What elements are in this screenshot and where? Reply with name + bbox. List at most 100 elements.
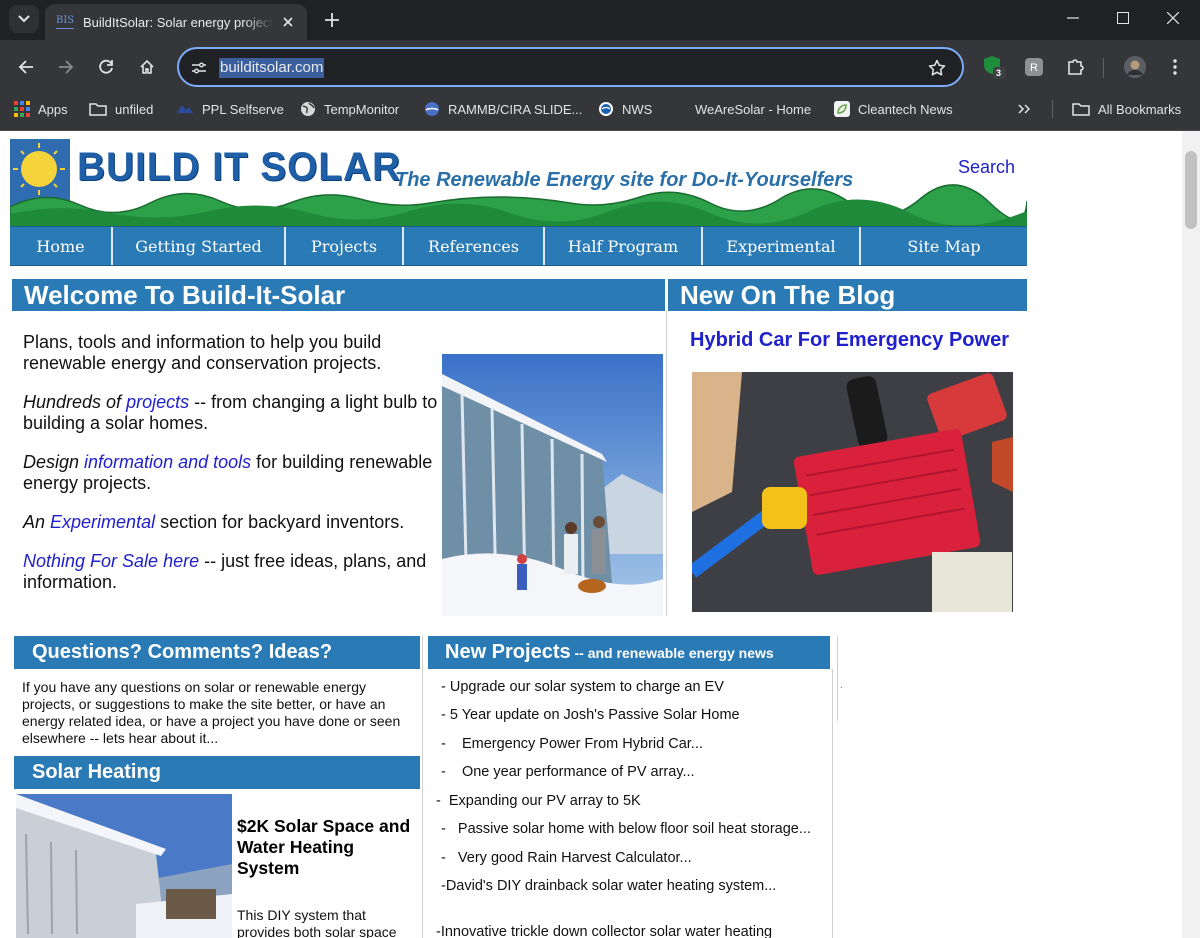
search-link[interactable]: Search xyxy=(958,157,1015,178)
close-icon xyxy=(283,17,293,27)
solar-heating-text: This DIY system that provides both solar… xyxy=(237,907,397,938)
avatar xyxy=(1124,56,1146,78)
url-text[interactable]: builditsolar.com xyxy=(219,58,325,78)
nothing-for-sale-link[interactable]: Nothing For Sale here xyxy=(23,551,199,571)
news-item[interactable]: - Passive solar home with below floor so… xyxy=(441,821,811,837)
news-item[interactable]: - Upgrade our solar system to charge an … xyxy=(441,679,724,695)
bookmark-star-button[interactable] xyxy=(926,57,948,79)
questions-text: If you have any questions on solar or re… xyxy=(22,679,401,746)
minimize-button[interactable] xyxy=(1048,0,1098,36)
close-tab-button[interactable] xyxy=(279,13,297,31)
nav-site-map[interactable]: Site Map xyxy=(861,227,1027,265)
solar-heating-title[interactable]: $2K Solar Space and Water Heating System xyxy=(237,816,412,879)
site-favicon-icon: BIS xyxy=(56,15,74,29)
scrollbar-thumb[interactable] xyxy=(1185,151,1197,229)
column-divider xyxy=(666,311,667,616)
maximize-icon xyxy=(1117,12,1129,24)
kebab-menu-icon xyxy=(1173,59,1177,75)
menu-button[interactable] xyxy=(1161,53,1189,81)
extensions-button[interactable] xyxy=(1061,53,1089,81)
new-projects-subtitle: -- and renewable energy news xyxy=(570,645,774,661)
nav-experimental[interactable]: Experimental xyxy=(703,227,861,265)
bookmark-label: WeAreSolar - Home xyxy=(695,101,812,117)
home-icon xyxy=(140,59,154,74)
site-tagline: The Renewable Energy site for Do-It-Your… xyxy=(395,169,854,191)
active-tab[interactable]: BIS BuildItSolar: Solar energy projects xyxy=(45,4,307,40)
bookmark-label: Apps xyxy=(38,101,68,117)
projects-link[interactable]: projects xyxy=(126,392,189,412)
site-logo[interactable]: BUILD IT SOLAR xyxy=(77,145,401,190)
address-bar[interactable]: builditsolar.com xyxy=(177,47,964,87)
tab-search-button[interactable] xyxy=(9,5,39,33)
more-bookmarks-button[interactable] xyxy=(1018,94,1030,124)
nav-projects[interactable]: Projects xyxy=(286,227,404,265)
nav-home[interactable]: Home xyxy=(10,227,113,265)
puzzle-icon xyxy=(1068,59,1084,75)
nav-getting-started[interactable]: Getting Started xyxy=(113,227,286,265)
blog-heading: New On The Blog xyxy=(668,279,1027,311)
shield-icon xyxy=(984,56,1006,79)
bookmark-wearesolar[interactable]: WeAreSolar - Home xyxy=(695,94,811,124)
close-icon xyxy=(1167,12,1179,24)
nav-half-program[interactable]: Half Program xyxy=(545,227,703,265)
apps-grid-icon xyxy=(14,101,30,117)
minimize-icon xyxy=(1067,17,1079,19)
bookmark-cleantech-news[interactable]: Cleantech News xyxy=(834,94,953,124)
new-projects-title: New Projects xyxy=(445,641,571,663)
news-item[interactable]: - 5 Year update on Josh's Passive Solar … xyxy=(441,707,740,723)
new-projects-heading: New Projects -- and renewable energy new… xyxy=(428,636,830,669)
chevron-down-icon xyxy=(18,15,30,23)
site-banner: BUILD IT SOLAR The Renewable Energy site… xyxy=(10,139,1027,226)
forward-button[interactable] xyxy=(50,51,82,83)
double-chevron-right-icon xyxy=(1018,104,1030,114)
home-button[interactable] xyxy=(131,51,163,83)
solar-house-snow-photo[interactable] xyxy=(442,354,663,616)
bookmark-label: TempMonitor xyxy=(324,101,400,117)
nav-references[interactable]: References xyxy=(404,227,545,265)
browser-chrome: BIS BuildItSolar: Solar energy projects xyxy=(0,0,1200,131)
information-tools-link[interactable]: information and tools xyxy=(84,452,251,472)
experimental-link[interactable]: Experimental xyxy=(50,512,155,532)
all-bookmarks-button[interactable]: All Bookmarks xyxy=(1072,94,1181,124)
close-window-button[interactable] xyxy=(1148,0,1198,36)
text: section for backyard inventors. xyxy=(155,512,405,532)
vertical-scrollbar[interactable] xyxy=(1182,131,1200,938)
extension-r-button[interactable]: R xyxy=(1020,53,1048,81)
welcome-heading: Welcome To Build-It-Solar xyxy=(12,279,665,311)
globe-icon xyxy=(300,101,316,117)
text: Hundreds of xyxy=(23,392,127,412)
toolbar-divider xyxy=(1103,58,1104,78)
bookmark-rammb-cira[interactable]: RAMMB/CIRA SLIDE... xyxy=(424,94,582,124)
extension-shield-button[interactable]: 3 xyxy=(980,53,1008,81)
site-info-button[interactable] xyxy=(189,58,209,78)
reload-button[interactable] xyxy=(90,51,122,83)
tab-title: BuildItSolar: Solar energy projects xyxy=(83,14,273,30)
bookmark-nws[interactable]: NWS xyxy=(598,94,652,124)
bookmark-apps[interactable]: Apps xyxy=(14,94,68,124)
bookmark-tempmonitor[interactable]: TempMonitor xyxy=(300,94,399,124)
bookmark-ppl-selfserve[interactable]: PPL Selfserve xyxy=(176,94,284,124)
news-item[interactable]: - Very good Rain Harvest Calculator... xyxy=(441,850,692,866)
bookmark-unfiled-folder[interactable]: unfiled xyxy=(89,94,153,124)
news-item[interactable]: - One year performance of PV array... xyxy=(441,764,695,780)
welcome-experimental-line: An Experimental section for backyard inv… xyxy=(23,512,441,533)
back-button[interactable] xyxy=(10,51,42,83)
news-item[interactable]: - Expanding our PV array to 5K xyxy=(436,793,641,809)
news-item[interactable]: -Innovative trickle down collector solar… xyxy=(436,924,772,938)
news-item[interactable]: - Emergency Power From Hybrid Car... xyxy=(441,736,703,752)
welcome-design-line: Design information and tools for buildin… xyxy=(23,452,441,494)
new-tab-button[interactable] xyxy=(318,6,346,34)
satellite-icon xyxy=(424,101,440,117)
maximize-button[interactable] xyxy=(1098,0,1148,36)
bookmark-label: NWS xyxy=(622,101,653,117)
inverter-photo[interactable] xyxy=(692,372,1013,612)
bookmarks-bar: Apps unfiled PPL Selfserve TempMonitor R… xyxy=(0,94,1200,131)
text: An xyxy=(23,512,51,532)
welcome-text: Plans, tools and information to help you… xyxy=(23,332,441,611)
bookmark-label: Cleantech News xyxy=(858,101,953,117)
nws-logo-icon xyxy=(598,101,614,117)
profile-avatar-button[interactable] xyxy=(1121,53,1149,81)
news-item[interactable]: -David's DIY drainback solar water heati… xyxy=(441,878,776,894)
solar-space-heating-photo[interactable] xyxy=(16,794,232,938)
blog-post-title-link[interactable]: Hybrid Car For Emergency Power xyxy=(690,329,1009,352)
